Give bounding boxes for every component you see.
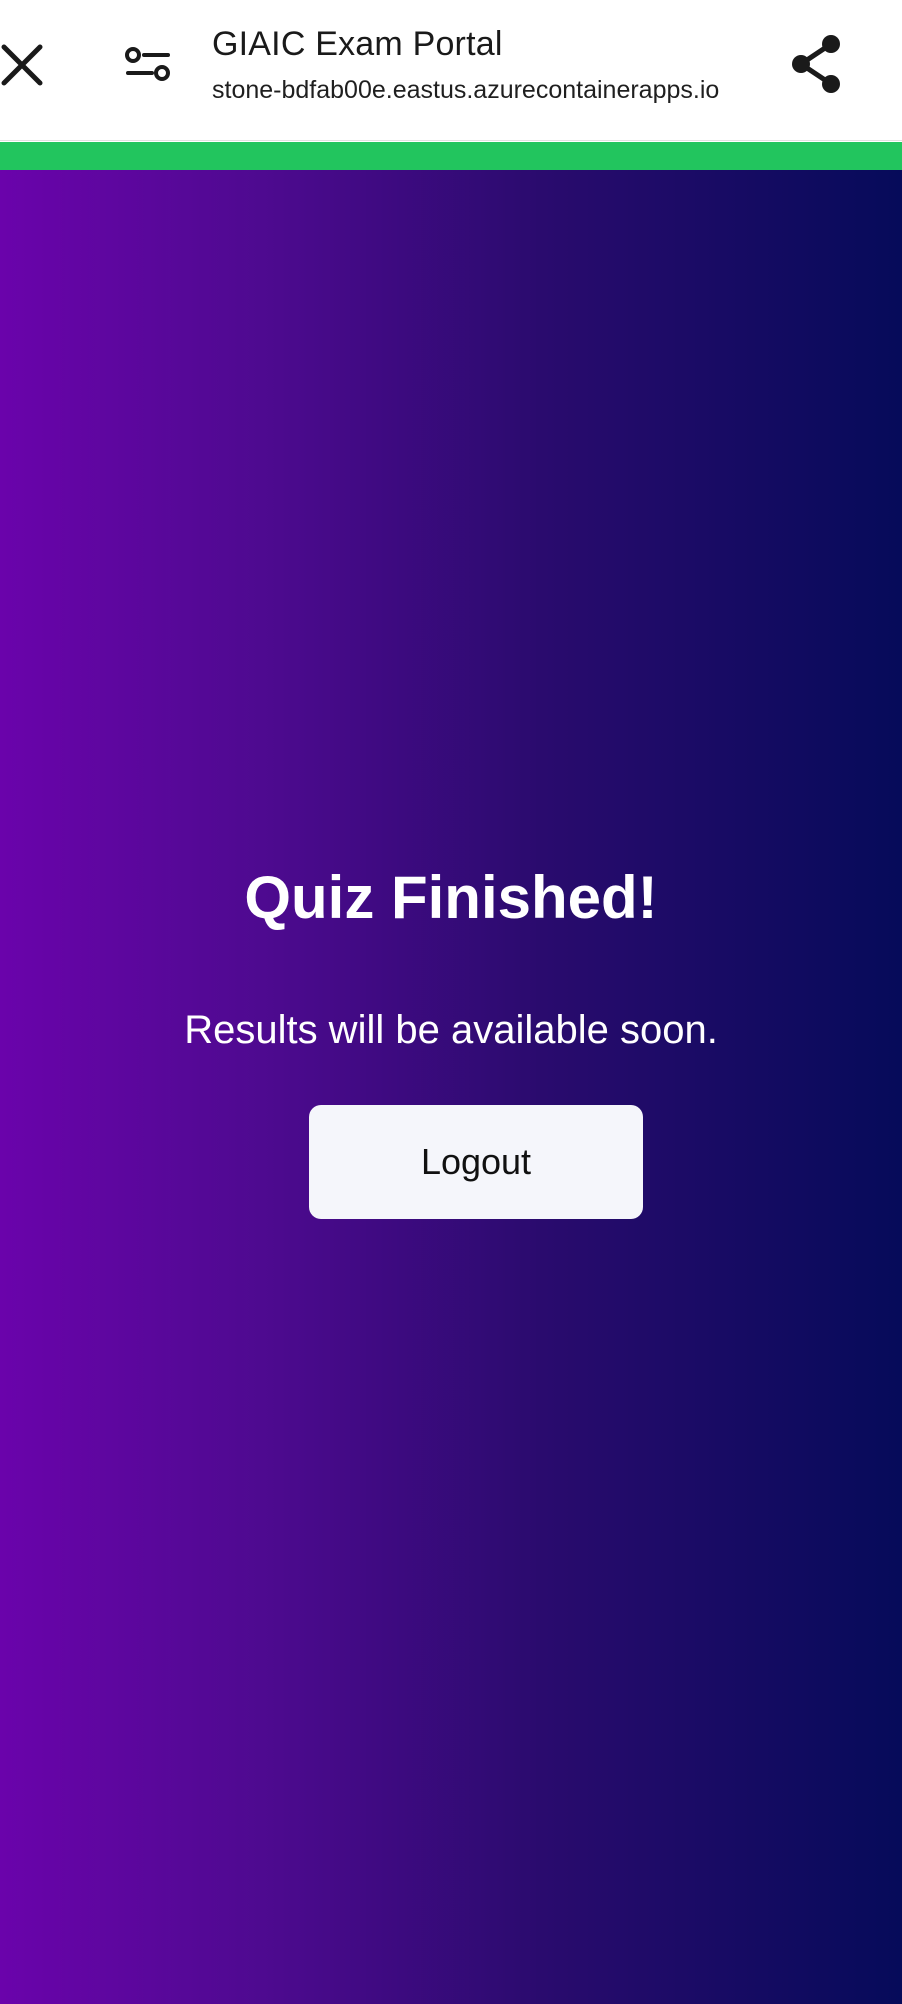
logout-button[interactable]: Logout <box>309 1105 643 1219</box>
results-message: Results will be available soon. <box>184 1008 718 1052</box>
tune-icon <box>125 47 170 81</box>
quiz-finished-screen <box>0 170 902 2004</box>
quiz-finished-heading: Quiz Finished! <box>244 864 658 931</box>
page-url: stone-bdfab00e.eastus.azurecontainerapps… <box>212 76 720 104</box>
site-settings-button[interactable] <box>118 40 178 88</box>
close-button[interactable] <box>0 36 48 94</box>
share-icon <box>792 35 840 93</box>
close-icon <box>1 44 43 86</box>
share-button[interactable] <box>786 34 846 94</box>
page-load-progress-bar <box>0 142 902 170</box>
title-block: GIAIC Exam Portal stone-bdfab00e.eastus.… <box>212 20 772 110</box>
page-title: GIAIC Exam Portal <box>212 25 503 63</box>
browser-toolbar: GIAIC Exam Portal stone-bdfab00e.eastus.… <box>0 0 902 141</box>
